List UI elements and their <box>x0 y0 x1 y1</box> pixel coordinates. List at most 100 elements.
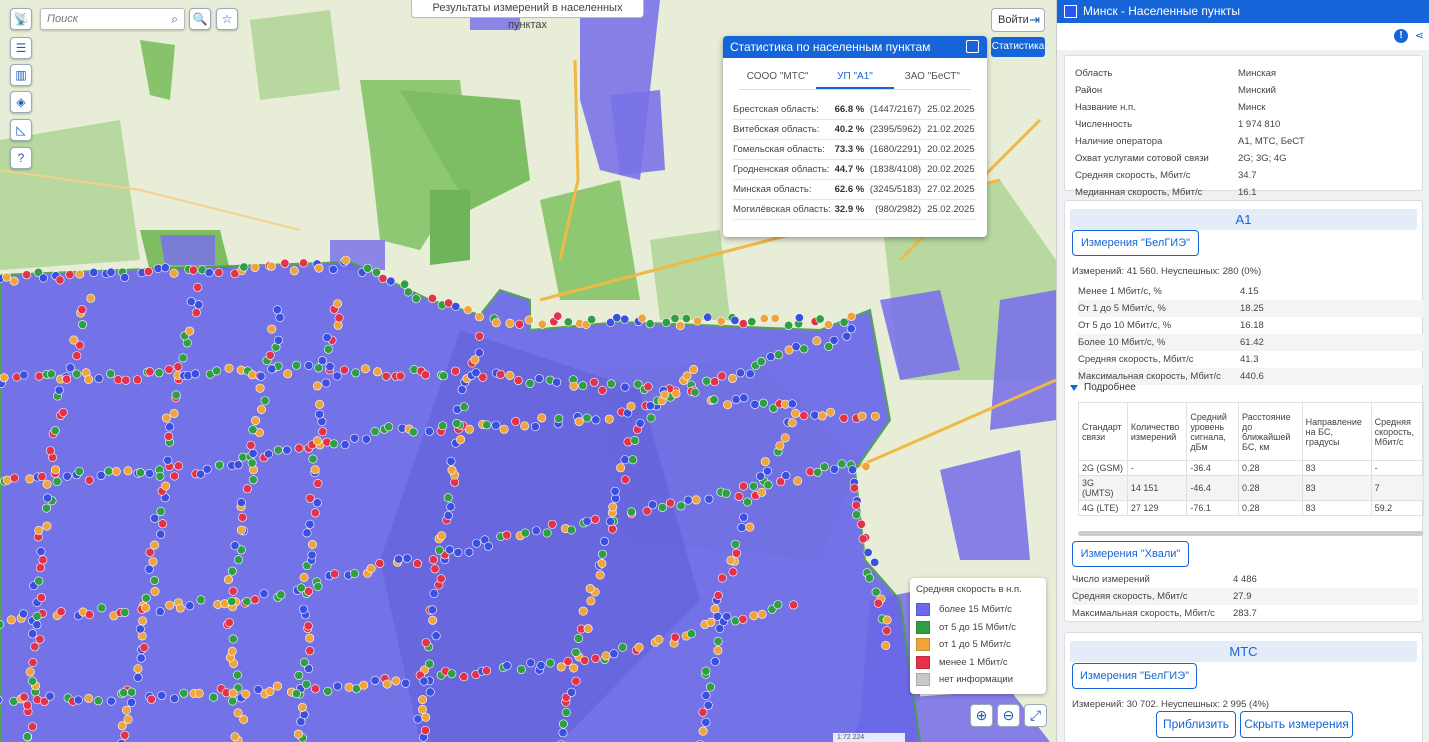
measurement-point[interactable] <box>341 255 351 265</box>
measurement-point[interactable] <box>251 416 261 426</box>
measurement-point[interactable] <box>308 454 318 464</box>
measurement-point[interactable] <box>333 299 343 309</box>
measurement-point[interactable] <box>150 586 160 596</box>
measurement-point[interactable] <box>155 471 165 481</box>
measurement-point[interactable] <box>637 313 647 323</box>
measurement-point[interactable] <box>412 559 422 569</box>
measurement-point[interactable] <box>296 583 306 593</box>
measurement-point[interactable] <box>305 633 315 643</box>
measurement-point[interactable] <box>212 366 222 376</box>
measurement-point[interactable] <box>634 642 644 652</box>
measurement-point[interactable] <box>742 497 752 507</box>
measurement-point[interactable] <box>250 262 260 272</box>
measurement-point[interactable] <box>857 411 867 421</box>
measurement-point[interactable] <box>760 457 770 467</box>
measurement-point[interactable] <box>542 528 552 538</box>
measurement-point[interactable] <box>321 378 331 388</box>
measurement-point[interactable] <box>227 566 237 576</box>
measurement-point[interactable] <box>737 522 747 532</box>
measurement-point[interactable] <box>587 314 597 324</box>
measurement-point[interactable] <box>332 371 342 381</box>
layers-list-icon[interactable]: ☰ <box>10 37 32 59</box>
measurement-point[interactable] <box>230 732 240 742</box>
measurement-point[interactable] <box>478 372 488 382</box>
measurement-point[interactable] <box>846 324 856 334</box>
measurement-point[interactable] <box>363 263 373 273</box>
measurement-point[interactable] <box>766 352 776 362</box>
measurement-point[interactable] <box>323 344 333 354</box>
measurement-point[interactable] <box>586 596 596 606</box>
measurement-point[interactable] <box>19 692 29 702</box>
measurement-point[interactable] <box>671 389 681 399</box>
measurement-point[interactable] <box>294 670 304 680</box>
measurement-point[interactable] <box>136 653 146 663</box>
measurement-point[interactable] <box>438 421 448 431</box>
measurement-point[interactable] <box>256 404 266 414</box>
measurement-point[interactable] <box>375 558 385 568</box>
measurement-point[interactable] <box>536 660 546 670</box>
measurement-point[interactable] <box>591 653 601 663</box>
measurement-point[interactable] <box>154 368 164 378</box>
measurement-point[interactable] <box>537 413 547 423</box>
measurement-point[interactable] <box>553 311 563 321</box>
measurement-point[interactable] <box>370 675 380 685</box>
measurement-point[interactable] <box>610 486 620 496</box>
measurement-point[interactable] <box>25 667 35 677</box>
measurement-point[interactable] <box>272 305 282 315</box>
measurement-point[interactable] <box>436 574 446 584</box>
measurement-point[interactable] <box>156 506 166 516</box>
measurement-point[interactable] <box>303 621 313 631</box>
measurement-point[interactable] <box>701 690 711 700</box>
measurement-point[interactable] <box>609 649 619 659</box>
measurement-point[interactable] <box>141 593 151 603</box>
measurement-point[interactable] <box>273 335 283 345</box>
measurement-point[interactable] <box>789 600 799 610</box>
measurement-point[interactable] <box>22 270 32 280</box>
measurement-point[interactable] <box>524 315 534 325</box>
measurement-point[interactable] <box>554 414 564 424</box>
measurement-point[interactable] <box>793 476 803 486</box>
measurement-point[interactable] <box>233 460 243 470</box>
measurement-point[interactable] <box>275 312 285 322</box>
measurement-point[interactable] <box>829 464 839 474</box>
measurement-point[interactable] <box>25 474 35 484</box>
measurement-point[interactable] <box>595 570 605 580</box>
measurement-point[interactable] <box>93 696 103 706</box>
measurement-point[interactable] <box>188 265 198 275</box>
measurement-point[interactable] <box>299 258 309 268</box>
measurement-point[interactable] <box>713 645 723 655</box>
measurement-point[interactable] <box>22 732 32 742</box>
measurement-point[interactable] <box>817 411 827 421</box>
search-input[interactable] <box>47 13 172 25</box>
measurement-point[interactable] <box>299 657 309 667</box>
measurement-point[interactable] <box>255 383 265 393</box>
measurement-point[interactable] <box>710 657 720 667</box>
mts-belgie-button[interactable]: Измерения "БелГИЭ" <box>1072 663 1197 689</box>
measurement-point[interactable] <box>452 418 462 428</box>
measurement-point[interactable] <box>812 336 822 346</box>
measurement-point[interactable] <box>42 521 52 531</box>
measurement-point[interactable] <box>698 707 708 717</box>
measurement-point[interactable] <box>150 513 160 523</box>
measurement-point[interactable] <box>464 547 474 557</box>
measurement-point[interactable] <box>204 268 214 278</box>
measurement-point[interactable] <box>849 483 859 493</box>
measurement-point[interactable] <box>384 422 394 432</box>
measurement-point[interactable] <box>145 547 155 557</box>
measurement-point[interactable] <box>424 659 434 669</box>
measurement-point[interactable] <box>143 266 153 276</box>
measurement-point[interactable] <box>97 603 107 613</box>
measurement-point[interactable] <box>745 369 755 379</box>
measurement-point[interactable] <box>312 498 322 508</box>
measurement-point[interactable] <box>427 293 437 303</box>
measurement-point[interactable] <box>260 396 270 406</box>
measurement-point[interactable] <box>6 615 16 625</box>
measurement-point[interactable] <box>537 319 547 329</box>
measurement-point[interactable] <box>169 268 179 278</box>
measurement-point[interactable] <box>569 381 579 391</box>
measurement-point[interactable] <box>424 426 434 436</box>
tab-mts[interactable]: СООО "МТС" <box>739 64 816 89</box>
measurement-point[interactable] <box>626 401 636 411</box>
measurement-point[interactable] <box>534 374 544 384</box>
tab-best[interactable]: ЗАО "БеСТ" <box>894 64 971 89</box>
